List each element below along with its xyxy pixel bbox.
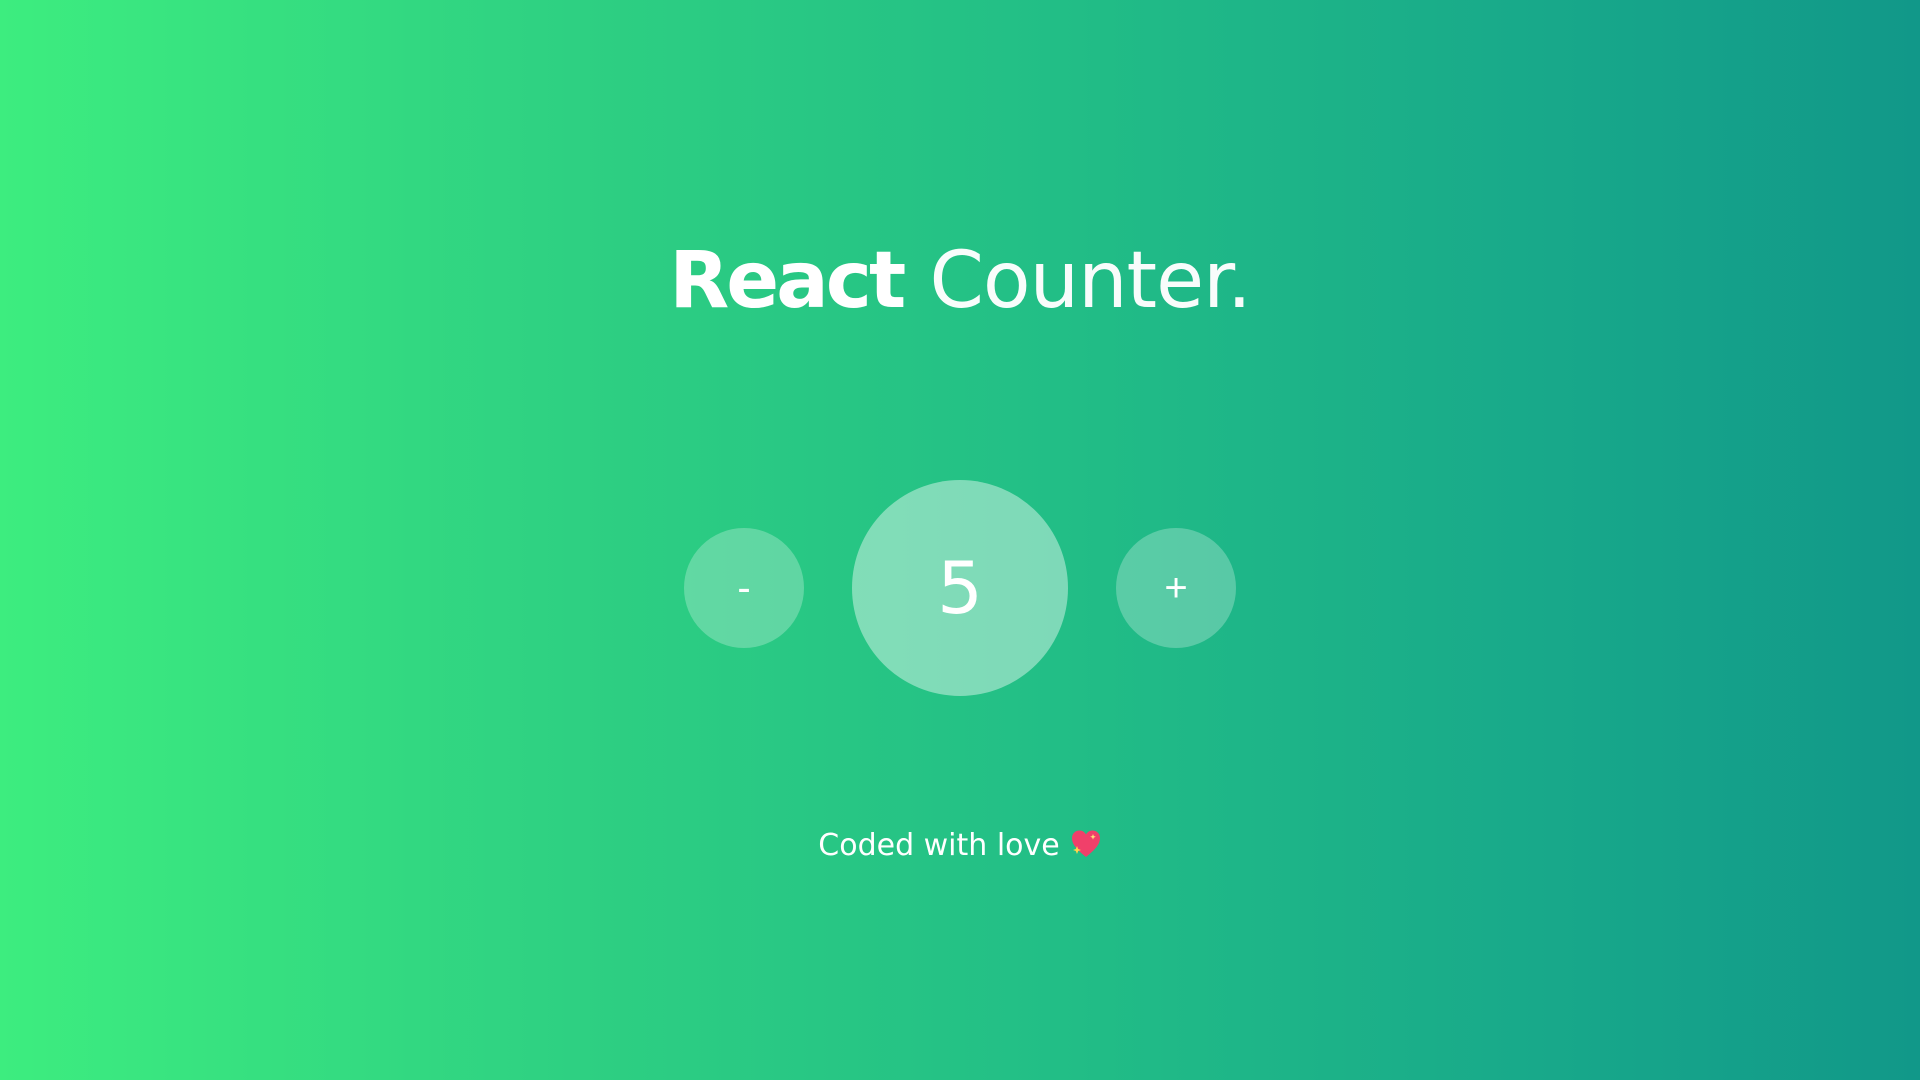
sparkling-heart-icon bbox=[1071, 830, 1100, 857]
title-bold-word: React bbox=[669, 236, 906, 326]
decrement-button[interactable]: - bbox=[684, 528, 804, 648]
increment-button[interactable]: + bbox=[1116, 528, 1236, 648]
page-title: React Counter. bbox=[0, 236, 1920, 326]
footer: Coded with love bbox=[0, 826, 1920, 866]
title-light-word: Counter. bbox=[929, 236, 1251, 326]
counter-value: 5 bbox=[852, 480, 1068, 696]
counter-app: React Counter. - 5 + Coded with love bbox=[0, 0, 1920, 1080]
counter-controls: - 5 + bbox=[0, 480, 1920, 696]
footer-text: Coded with love bbox=[818, 828, 1060, 863]
